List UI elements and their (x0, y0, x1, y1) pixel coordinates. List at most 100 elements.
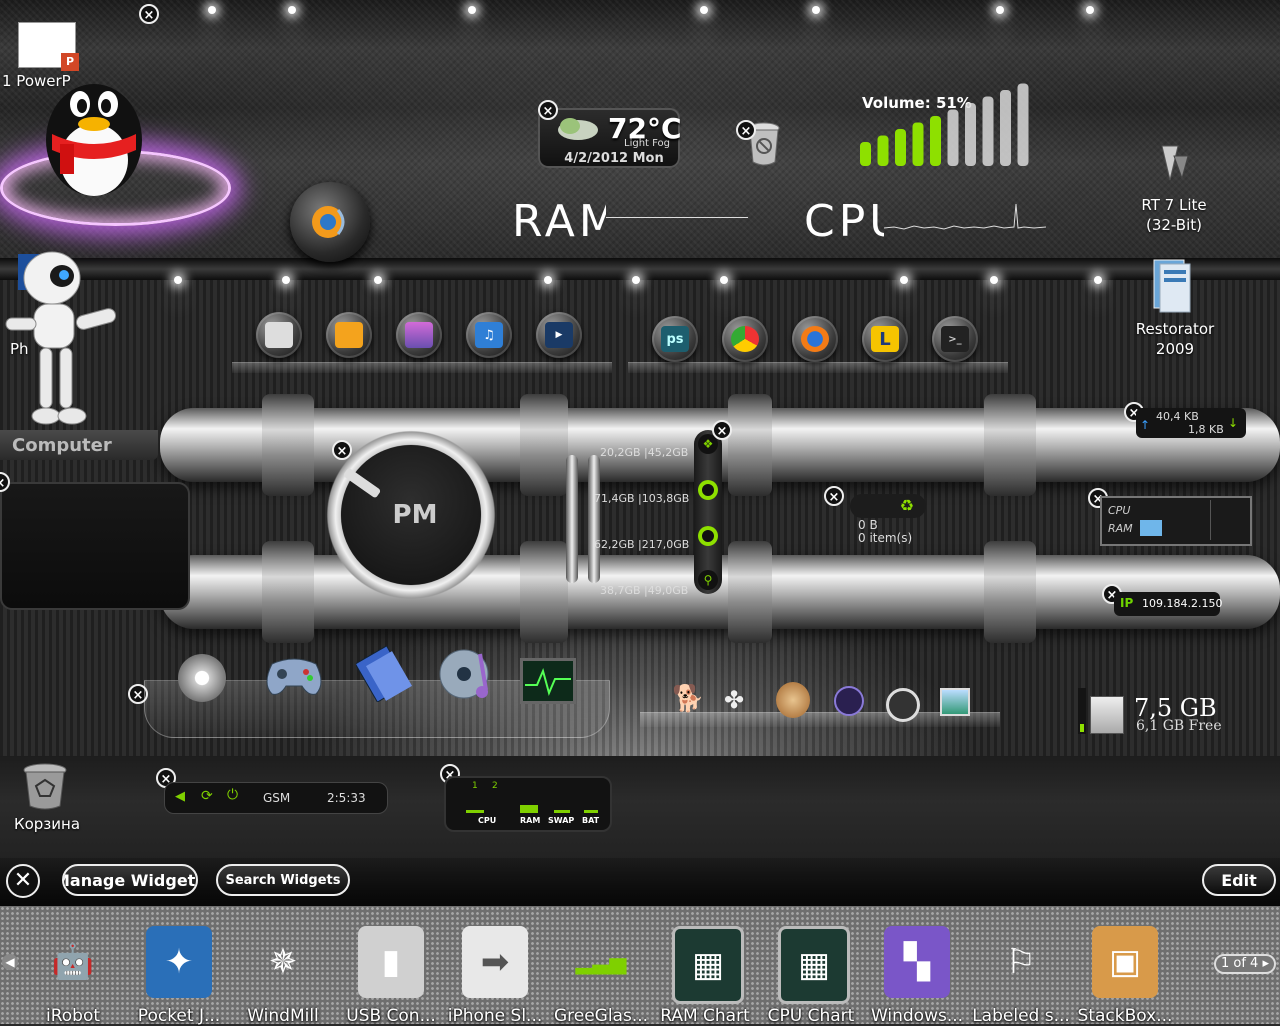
gallery-pager[interactable]: 1 of 4 ▸ (1214, 954, 1276, 974)
folder-launcher[interactable] (326, 312, 372, 358)
edit-button[interactable]: Edit (1202, 864, 1276, 896)
gallery-item[interactable]: ▣ StackBox... (1070, 912, 1180, 1026)
notebook-icon[interactable] (356, 646, 414, 702)
dog-icon[interactable]: 🐕 (672, 684, 704, 714)
restorator-icon[interactable] (1150, 256, 1194, 314)
photoshop-icon: ps (661, 326, 689, 352)
volume-bar[interactable] (930, 116, 941, 166)
speaker-orb-button[interactable] (290, 182, 370, 262)
arrow-icon: ➡ (462, 926, 528, 998)
spotlight (720, 276, 728, 284)
meter-tab-2[interactable]: 2 (492, 781, 498, 791)
edit-label: Edit (1221, 870, 1257, 890)
download-rate: 1,8 KB (1188, 423, 1224, 436)
partial-icon-label: Ph (10, 340, 29, 358)
system-meter-widget[interactable]: 1 2 CPU RAM SWAP BAT (444, 776, 612, 832)
gallery-prev-button[interactable]: ◀ (2, 954, 18, 970)
film-reel-icon[interactable] (178, 654, 226, 702)
firefox-launcher[interactable] (792, 316, 838, 362)
volume-bar[interactable] (947, 109, 959, 167)
volume-bar[interactable] (965, 103, 976, 166)
manage-widgets-button[interactable]: Manage Widgets (62, 864, 198, 896)
close-dashboard-button[interactable]: ✕ (6, 864, 40, 898)
fog-weather-icon (558, 118, 598, 140)
video-launcher[interactable]: ▶ (536, 312, 582, 358)
upload-arrow-icon: ↑ (1140, 418, 1151, 432)
gallery-item[interactable]: ✵ WindMill (228, 912, 338, 1026)
ip-prefix: IP (1120, 596, 1134, 610)
penguin-mascot-icon[interactable] (38, 70, 150, 198)
close-widget-button[interactable]: × (139, 4, 159, 24)
system-monitor-icon[interactable] (520, 658, 576, 704)
rt7-lite-icon[interactable] (1158, 142, 1190, 182)
gsm-timer: 2:5:33 (327, 791, 366, 805)
bird-figure-icon[interactable]: ✤ (724, 686, 744, 714)
close-widget-button[interactable]: × (712, 420, 732, 440)
robot-mascot-icon[interactable] (0, 248, 128, 430)
drive-button[interactable] (698, 526, 718, 546)
close-widget-button[interactable]: × (736, 120, 756, 140)
volume-bars[interactable] (856, 70, 1036, 168)
spotlight (282, 276, 290, 284)
gallery-item[interactable]: ▦ RAM Chart (650, 912, 760, 1026)
pipe-coupler (728, 541, 772, 643)
refresh-icon[interactable]: ⟳ (201, 788, 213, 804)
drive-button[interactable] (698, 480, 718, 500)
close-widget-button[interactable]: × (824, 486, 844, 506)
volume-bar[interactable] (1000, 90, 1011, 166)
volume-bar[interactable] (877, 135, 889, 167)
spotlight (1086, 6, 1094, 14)
restorator-label-line2: 2009 (1155, 340, 1195, 358)
music-cd-icon[interactable] (436, 644, 498, 704)
drive-c-usage: 20,2GB |45,2GB (600, 446, 689, 459)
gallery-item[interactable]: ▮ USB Con... (336, 912, 446, 1026)
analog-clock-widget[interactable]: PM (322, 426, 500, 604)
volume-bar[interactable] (895, 129, 906, 166)
spotlight (544, 276, 552, 284)
bird-icon: ✦ (146, 926, 212, 998)
chrome-launcher[interactable] (722, 316, 768, 362)
ip-address-widget[interactable]: IP 109.184.2.150 (1114, 592, 1222, 616)
feather-app-icon[interactable] (834, 686, 864, 716)
volume-bar[interactable] (912, 122, 924, 167)
close-widget-button[interactable]: × (538, 100, 558, 120)
gallery-item[interactable]: ⚐ Labeled s... (966, 912, 1076, 1026)
photoshop-launcher[interactable]: ps (652, 316, 698, 362)
gallery-item[interactable]: ▚ Windows... (862, 912, 972, 1026)
gsm-widget[interactable]: ◀ ⟳ ⏻ GSM 2:5:33 (164, 782, 388, 814)
usb-drive-button[interactable]: ⚲ (698, 570, 718, 590)
weather-widget[interactable]: 72°C Light Fog 4/2/2012 Mon (538, 108, 682, 168)
search-widgets-button[interactable]: Search Widgets (216, 864, 350, 896)
l-app-launcher[interactable]: L (862, 316, 908, 362)
gallery-item[interactable]: ▂▃▅ GreeGlas... (546, 912, 656, 1026)
photo-app-icon[interactable] (940, 688, 970, 716)
volume-bar[interactable] (982, 96, 994, 167)
music-launcher[interactable]: ♫ (466, 312, 512, 358)
gallery-item[interactable]: ✦ Pocket J... (124, 912, 234, 1026)
cpu-ram-meter-widget[interactable]: CPU RAM (1100, 496, 1252, 546)
drive-launcher[interactable] (256, 312, 302, 358)
network-traffic-widget[interactable]: ↑ 40,4 KB 1,8 KB ↓ (1136, 408, 1246, 438)
vertical-pipe (588, 455, 600, 583)
pipe-coupler (262, 394, 314, 496)
ppt-file-icon[interactable]: P (18, 22, 79, 71)
wheel-icon[interactable] (886, 688, 920, 722)
gallery-item[interactable]: ➡ iPhone Sl... (440, 912, 550, 1026)
meter-tab-1[interactable]: 1 (472, 781, 478, 791)
recycle-bin-icon[interactable] (20, 762, 70, 810)
back-arrow-icon[interactable]: ◀ (175, 789, 185, 804)
terminal-launcher[interactable]: >_ (932, 316, 978, 362)
gallery-item[interactable]: 🤖 iRobot (18, 912, 128, 1026)
battery-level (584, 810, 598, 813)
gamepad-icon[interactable] (264, 654, 324, 698)
hamster-icon[interactable] (776, 682, 810, 718)
recycle-widget[interactable]: ♻ (850, 494, 926, 518)
spotlight (288, 6, 296, 14)
pictures-launcher[interactable] (396, 312, 442, 358)
computer-tab[interactable]: Computer (0, 430, 158, 460)
gallery-item[interactable]: ▦ CPU Chart (756, 912, 866, 1026)
volume-bar[interactable] (860, 142, 871, 166)
power-icon[interactable]: ⏻ (227, 787, 238, 803)
chrome-icon (731, 326, 759, 352)
volume-bar[interactable] (1017, 83, 1029, 167)
